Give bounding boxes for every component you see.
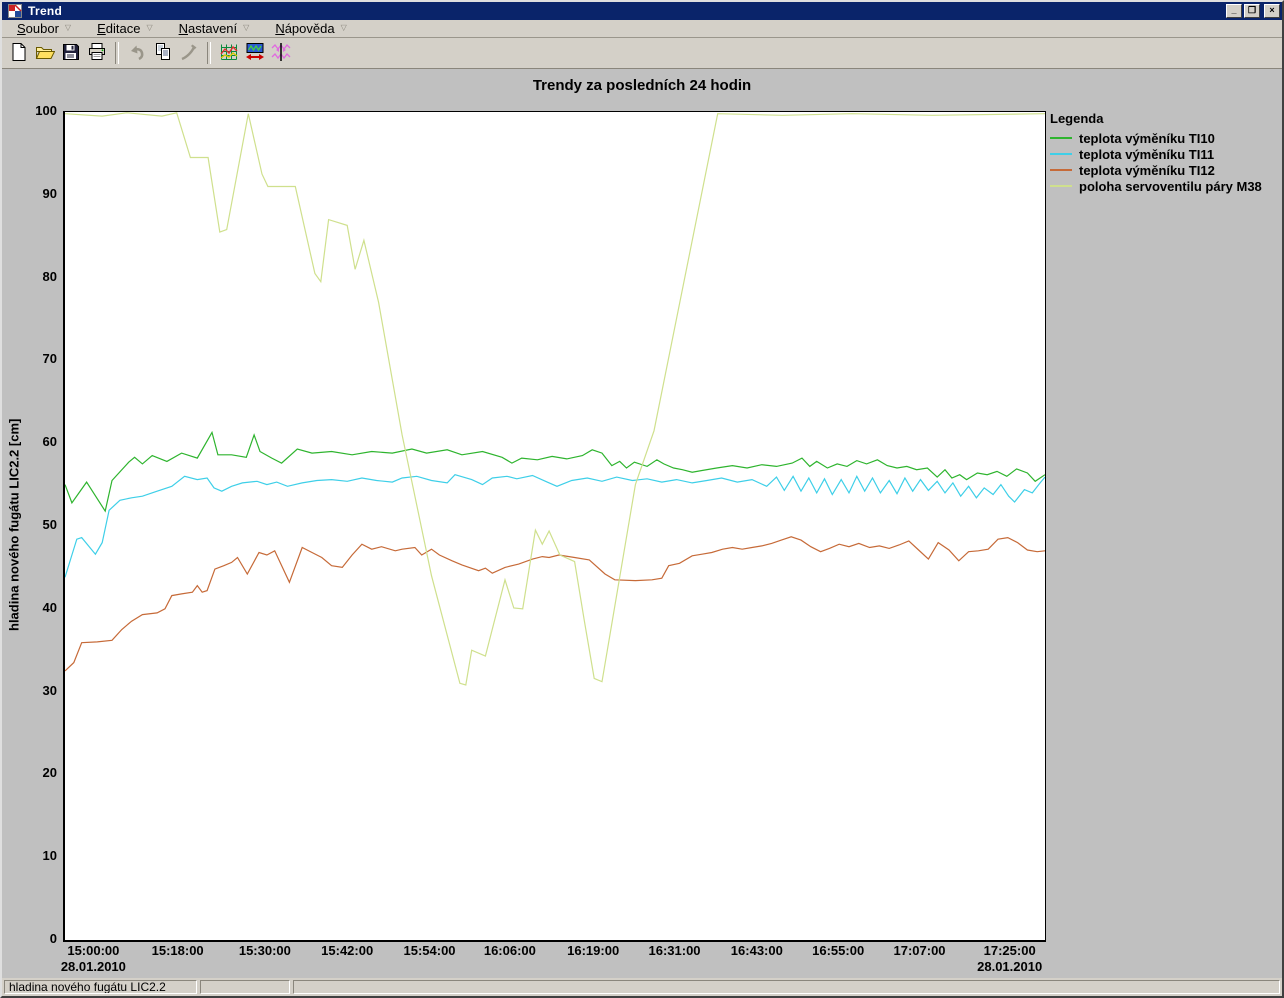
status-panel-2: [200, 980, 290, 994]
toolbar-separator: [115, 42, 119, 64]
chart-area: Trendy za posledních 24 hodin hladina no…: [2, 68, 1282, 978]
legend-items: teplota výměníku TI10 teplota výměníku TI…: [1050, 130, 1262, 194]
save-button[interactable]: [58, 40, 84, 66]
grid-chart-icon: [219, 42, 239, 65]
copy-icon: [153, 42, 173, 65]
print-icon: [87, 42, 107, 65]
legend-label: teplota výměníku TI12: [1079, 162, 1215, 178]
y-tick-label: 100: [35, 103, 57, 118]
y-tick-label: 50: [42, 517, 57, 532]
menu-editace[interactable]: Editace ▽: [97, 21, 153, 36]
app-window: Trend _ ❐ × Soubor ▽ Editace ▽ Nastavení ▽ Náp…: [0, 0, 1284, 998]
legend-item: teplota výměníku TI11: [1050, 146, 1262, 162]
status-panel-selection: hladina nového fugátu LIC2.2: [4, 980, 197, 994]
open-folder-icon: [35, 42, 56, 65]
copy-button[interactable]: [150, 40, 176, 66]
series-line: [65, 112, 1045, 686]
time-axis-button[interactable]: [242, 40, 268, 66]
new-file-button[interactable]: [6, 40, 32, 66]
print-button[interactable]: [84, 40, 110, 66]
save-icon: [61, 42, 81, 65]
y-tick-label: 90: [42, 185, 57, 201]
undo-icon: [127, 42, 147, 65]
series-line: [65, 474, 1045, 578]
title-bar: Trend _ ❐ ×: [2, 2, 1282, 20]
y-tick-label: 20: [42, 765, 57, 781]
time-axis-icon: [245, 42, 265, 65]
undo-button[interactable]: [124, 40, 150, 66]
y-tick-label: 80: [42, 268, 57, 284]
chart-title: Trendy za posledních 24 hodin: [532, 77, 752, 94]
y-tick-label: 70: [42, 351, 57, 367]
grid-chart-button[interactable]: [216, 40, 242, 66]
legend-item: teplota výměníku TI12: [1050, 162, 1262, 178]
toolbar-separator: [207, 42, 211, 64]
wand-button[interactable]: [176, 40, 202, 66]
x-tick-date: 28.01.2010: [977, 959, 1043, 974]
minimize-button[interactable]: _: [1226, 4, 1242, 18]
menu-dropdown-triangle-icon: ▽: [146, 23, 153, 32]
wand-icon: [179, 42, 199, 65]
legend-label: teplota výměníku TI10: [1079, 130, 1215, 146]
x-tick-date: 28.01.2010: [60, 959, 126, 974]
legend-swatch-line-icon: [1050, 153, 1072, 155]
open-folder-button[interactable]: [32, 40, 58, 66]
menu-nastaveni[interactable]: Nastavení ▽: [179, 21, 250, 36]
legend-item: teplota výměníku TI10: [1050, 130, 1262, 146]
y-tick-label: 30: [42, 682, 57, 698]
y-tick-label: 40: [42, 599, 57, 615]
restore-button[interactable]: ❐: [1244, 4, 1260, 18]
close-button[interactable]: ×: [1264, 4, 1280, 18]
legend-label: poloha servoventilu páry M38: [1079, 178, 1262, 194]
trend-lines: [65, 112, 1045, 686]
app-icon: [8, 4, 22, 18]
series-line: [65, 430, 1045, 513]
menu-bar: Soubor ▽ Editace ▽ Nastavení ▽ Nápověda ▽: [2, 20, 1282, 38]
value-cursor-icon: [271, 42, 291, 65]
y-tick-label: 60: [42, 434, 57, 450]
legend-swatch-line-icon: [1050, 137, 1072, 139]
series-line: [65, 536, 1045, 672]
legend-swatch-line-icon: [1050, 185, 1072, 187]
legend-label: teplota výměníku TI11: [1079, 146, 1215, 162]
status-bar: hladina nového fugátu LIC2.2: [2, 978, 1282, 996]
menu-soubor[interactable]: Soubor ▽: [17, 21, 71, 36]
menu-dropdown-triangle-icon: ▽: [340, 23, 347, 32]
x-tick-label: 17:25:00: [983, 943, 1036, 958]
legend-title: Legenda: [1050, 111, 1104, 126]
x-tick-label: 17:07:00: [893, 943, 946, 958]
menu-dropdown-triangle-icon: ▽: [64, 23, 72, 32]
menu-dropdown-triangle-icon: ▽: [243, 23, 250, 32]
legend-item: poloha servoventilu páry M38: [1050, 178, 1262, 194]
value-cursor-button[interactable]: [268, 40, 294, 66]
menu-napoveda[interactable]: Nápověda ▽: [275, 21, 346, 36]
legend-swatch-line-icon: [1050, 169, 1072, 171]
toolbar: [2, 38, 1282, 68]
x-tick-label: 15:18:00: [151, 943, 204, 958]
new-file-icon: [9, 42, 29, 65]
status-panel-3: [293, 980, 1280, 994]
legend: Legenda teplota výměníku TI10 teplota vým…: [1050, 111, 1262, 194]
trend-plot[interactable]: [63, 111, 1046, 942]
window-title: Trend: [28, 4, 63, 18]
y-tick-label: 10: [42, 848, 57, 864]
